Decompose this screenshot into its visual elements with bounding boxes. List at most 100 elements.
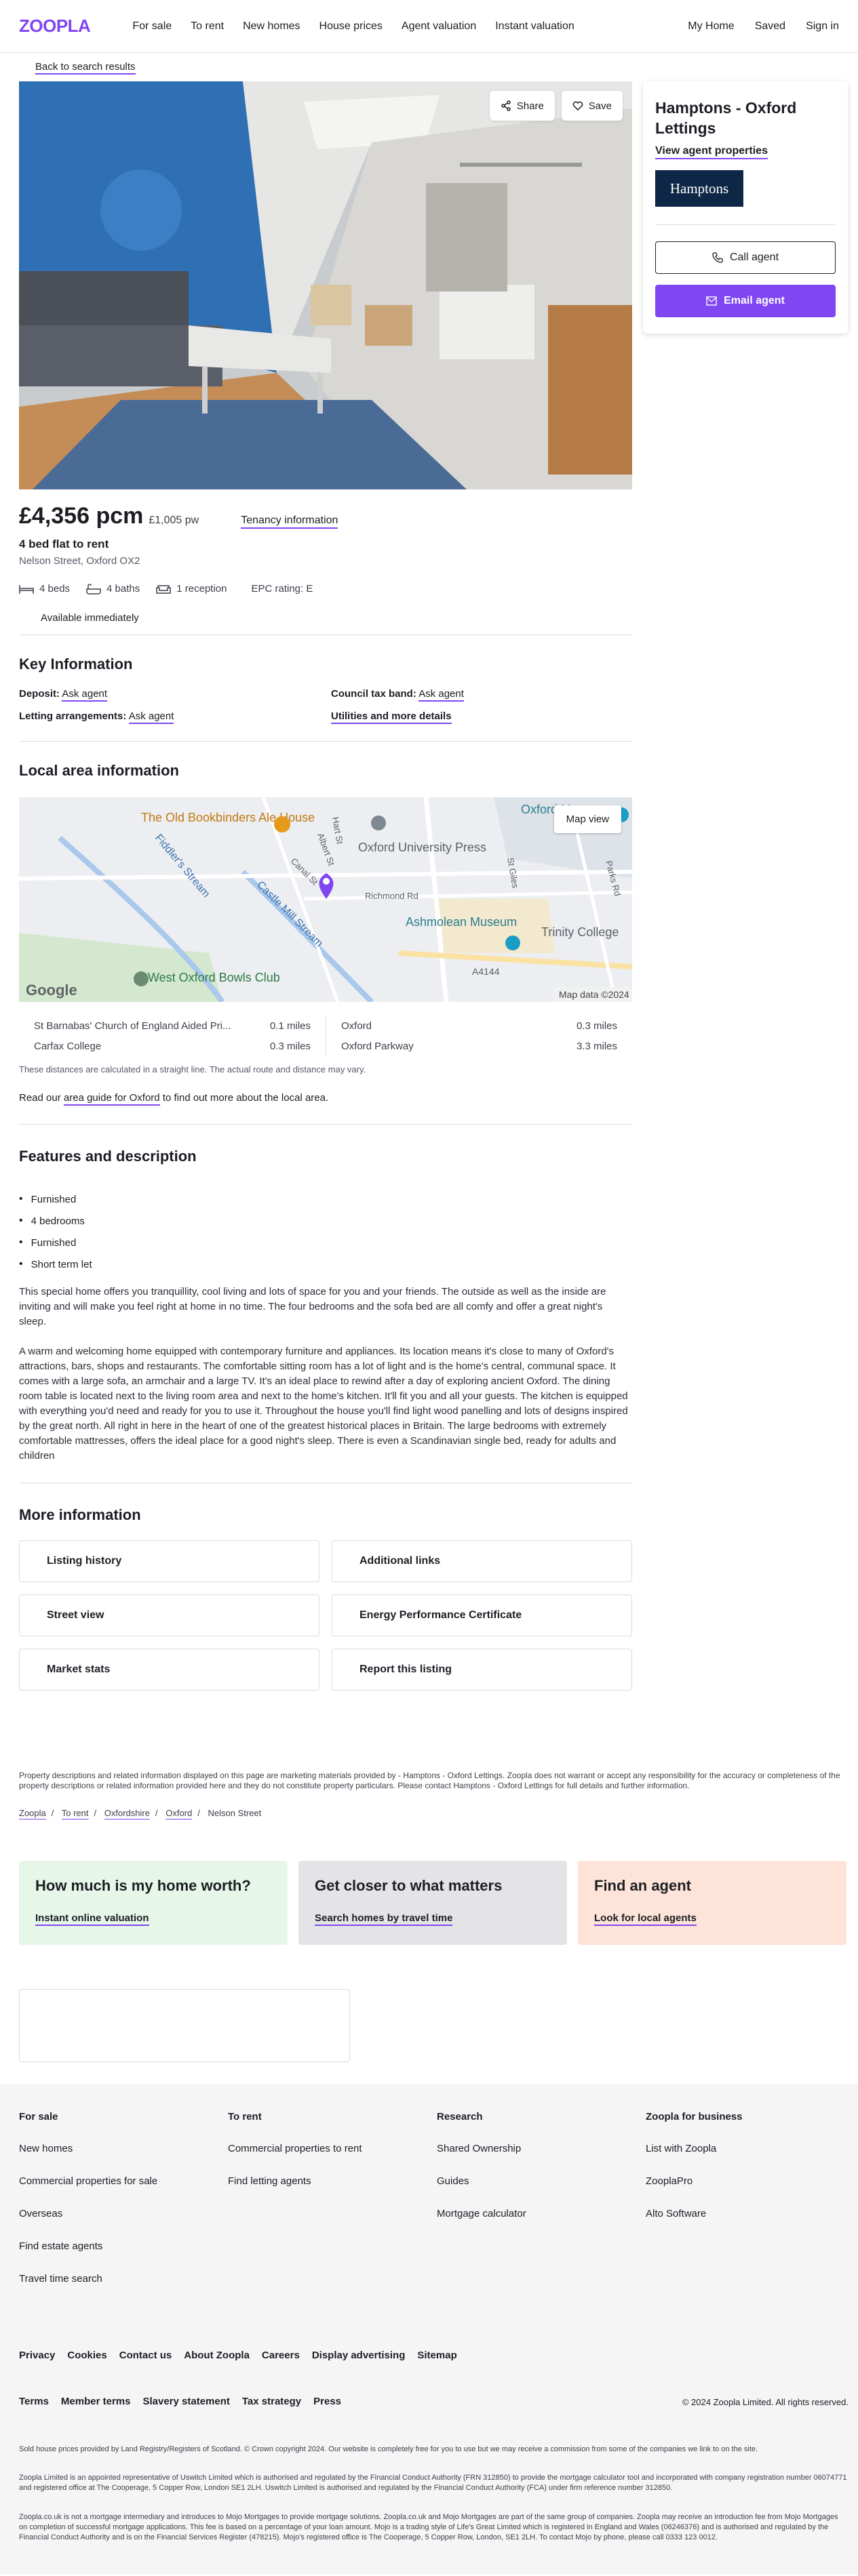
key-information: Deposit: Ask agent Council tax band: Ask…: [19, 688, 632, 724]
zoopla-logo[interactable]: ZOOPLA: [19, 16, 91, 37]
beds-stat: 4 beds: [19, 583, 70, 595]
travel-time-link[interactable]: Search homes by travel time: [315, 1912, 453, 1926]
tenancy-information-link[interactable]: Tenancy information: [241, 515, 338, 529]
footer-link[interactable]: Overseas: [19, 2208, 228, 2240]
nav-new-homes[interactable]: New homes: [243, 20, 300, 33]
place-name: Carfax College: [34, 1040, 102, 1052]
footer-link[interactable]: New homes: [19, 2143, 228, 2175]
map-canvas: The Old Bookbinders Ale House Oxford Mus…: [19, 797, 632, 1002]
nav-for-sale[interactable]: For sale: [132, 20, 172, 33]
price-pcm: £4,356 pcm: [19, 503, 144, 529]
footer-col-title[interactable]: Research: [437, 2111, 646, 2122]
heart-icon: [572, 101, 583, 111]
more-information-grid: Listing history Additional links Street …: [19, 1540, 632, 1691]
sofa-icon: [156, 584, 172, 594]
breadcrumb-to-rent[interactable]: To rent: [61, 1808, 89, 1819]
site-footer: For sale New homes Commercial properties…: [0, 2084, 858, 2575]
careers-link[interactable]: Careers: [262, 2350, 300, 2361]
distance-row: Oxford 0.3 miles: [341, 1015, 617, 1036]
listing-history-button[interactable]: Listing history: [19, 1540, 319, 1582]
area-map[interactable]: The Old Bookbinders Ale House Oxford Mus…: [19, 797, 632, 1002]
beds-label: 4 beds: [39, 583, 71, 595]
member-terms-link[interactable]: Member terms: [61, 2396, 131, 2407]
poi-marker-icon: [371, 816, 386, 830]
email-agent-button[interactable]: Email agent: [655, 285, 836, 317]
map-label-bowls: West Oxford Bowls Club: [148, 971, 280, 984]
sitemap-link[interactable]: Sitemap: [417, 2350, 456, 2361]
main-nav: For sale To rent New homes House prices …: [132, 20, 574, 33]
nav-to-rent[interactable]: To rent: [191, 20, 224, 33]
place-distance: 0.1 miles: [269, 1020, 311, 1032]
footer-link[interactable]: Commercial properties to rent: [228, 2143, 437, 2175]
utilities-link[interactable]: Utilities and more details: [331, 710, 452, 724]
cookies-link[interactable]: Cookies: [67, 2350, 106, 2361]
back-to-search-link[interactable]: Back to search results: [35, 61, 136, 75]
agent-name: Hamptons - Oxford Lettings: [655, 99, 797, 137]
footer-link[interactable]: Commercial properties for sale: [19, 2175, 228, 2208]
promo-cards: How much is my home worth? Instant onlin…: [19, 1861, 846, 1945]
footer-col-title[interactable]: To rent: [228, 2111, 437, 2122]
breadcrumb-oxford[interactable]: Oxford: [165, 1808, 193, 1819]
contact-us-link[interactable]: Contact us: [119, 2350, 172, 2361]
utilities-row: Utilities and more details: [331, 710, 629, 724]
area-guide-link[interactable]: area guide for Oxford: [63, 1092, 160, 1106]
call-agent-label: Call agent: [729, 251, 779, 263]
instant-valuation-link[interactable]: Instant online valuation: [35, 1912, 149, 1926]
map-view-button[interactable]: Map view: [553, 805, 621, 833]
legal-text: Zoopla Limited is an appointed represent…: [19, 2474, 847, 2492]
nav-agent-valuation[interactable]: Agent valuation: [402, 20, 476, 33]
place-distance: 3.3 miles: [576, 1040, 617, 1052]
sign-in-link[interactable]: Sign in: [806, 20, 839, 33]
footer-link[interactable]: List with Zoopla: [646, 2143, 849, 2175]
valuation-promo: How much is my home worth? Instant onlin…: [19, 1861, 288, 1945]
my-home-link[interactable]: My Home: [688, 20, 734, 33]
epc-button[interactable]: Energy Performance Certificate: [332, 1594, 632, 1636]
main-column: Share Save £4,356 pcm £1,005 pw Tenancy …: [19, 81, 632, 1691]
ad-placeholder: [19, 1989, 350, 2062]
saved-link[interactable]: Saved: [755, 20, 785, 33]
tax-strategy-link[interactable]: Tax strategy: [242, 2396, 301, 2407]
slavery-statement-link[interactable]: Slavery statement: [142, 2396, 229, 2407]
footer-link[interactable]: Guides: [437, 2175, 646, 2208]
privacy-link[interactable]: Privacy: [19, 2350, 55, 2361]
footer-col-to-rent: To rent Commercial properties to rent Fi…: [228, 2111, 437, 2306]
press-link[interactable]: Press: [313, 2396, 341, 2407]
footer-link[interactable]: Travel time search: [19, 2273, 228, 2306]
footer-link[interactable]: Find letting agents: [228, 2175, 437, 2208]
council-tax-ask-agent-link[interactable]: Ask agent: [418, 688, 464, 702]
street-view-button[interactable]: Street view: [19, 1594, 319, 1636]
nav-house-prices[interactable]: House prices: [319, 20, 383, 33]
market-stats-button[interactable]: Market stats: [19, 1649, 319, 1691]
area-guide-prefix: Read our: [19, 1092, 61, 1104]
deposit-row: Deposit: Ask agent: [19, 688, 331, 702]
footer-link[interactable]: Find estate agents: [19, 2240, 228, 2273]
site-header: ZOOPLA For sale To rent New homes House …: [0, 0, 858, 53]
about-zoopla-link[interactable]: About Zoopla: [184, 2350, 250, 2361]
hero-photo[interactable]: Share Save: [19, 81, 632, 489]
additional-links-button[interactable]: Additional links: [332, 1540, 632, 1582]
footer-link[interactable]: Alto Software: [646, 2208, 849, 2240]
letting-ask-agent-link[interactable]: Ask agent: [128, 710, 174, 724]
nav-instant-valuation[interactable]: Instant valuation: [495, 20, 574, 33]
footer-link[interactable]: Mortgage calculator: [437, 2208, 646, 2240]
breadcrumb-oxfordshire[interactable]: Oxfordshire: [104, 1808, 150, 1819]
letting-arrangements-row: Letting arrangements: Ask agent: [19, 710, 331, 724]
deposit-ask-agent-link[interactable]: Ask agent: [62, 688, 108, 702]
report-listing-button[interactable]: Report this listing: [332, 1649, 632, 1691]
divider: [19, 1124, 632, 1125]
footer-col-title[interactable]: For sale: [19, 2111, 228, 2122]
call-agent-button[interactable]: Call agent: [655, 241, 836, 274]
divider: [19, 741, 632, 742]
share-button[interactable]: Share: [489, 91, 555, 121]
local-agents-link[interactable]: Look for local agents: [594, 1912, 697, 1926]
footer-col-title[interactable]: Zoopla for business: [646, 2111, 849, 2122]
agent-logo[interactable]: Hamptons: [655, 170, 743, 207]
view-agent-properties-link[interactable]: View agent properties: [655, 145, 768, 159]
display-advertising-link[interactable]: Display advertising: [312, 2350, 406, 2361]
bed-icon: [19, 584, 34, 594]
footer-link[interactable]: Shared Ownership: [437, 2143, 646, 2175]
save-button[interactable]: Save: [561, 91, 623, 121]
footer-link[interactable]: ZooplaPro: [646, 2175, 849, 2208]
breadcrumb-zoopla[interactable]: Zoopla: [19, 1808, 46, 1819]
terms-link[interactable]: Terms: [19, 2396, 49, 2407]
